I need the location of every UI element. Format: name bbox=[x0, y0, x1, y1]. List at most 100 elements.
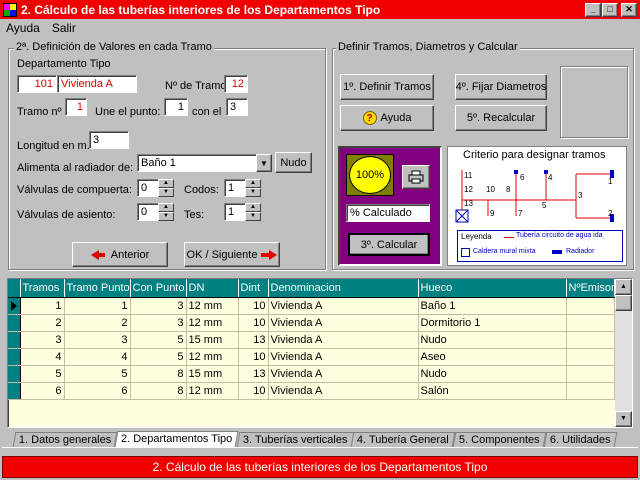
table-row[interactable]: 6 6 8 12 mm 10 Vivienda A Salón bbox=[8, 382, 615, 400]
departamento-number-field[interactable]: 101 bbox=[17, 75, 57, 93]
table-cell[interactable] bbox=[566, 297, 615, 315]
scroll-up-icon[interactable]: ▲ bbox=[615, 279, 632, 295]
num-tramos-field[interactable]: 12 bbox=[224, 75, 248, 93]
table-cell[interactable]: Vivienda A bbox=[268, 331, 419, 349]
table-cell[interactable] bbox=[566, 348, 615, 366]
table-cell[interactable] bbox=[566, 314, 615, 332]
table-row[interactable]: 5 5 8 15 mm 13 Vivienda A Nudo bbox=[8, 365, 615, 383]
nudo-button[interactable]: Nudo bbox=[275, 152, 312, 173]
column-header[interactable]: Con Punto bbox=[130, 279, 187, 298]
table-cell[interactable]: 4 bbox=[64, 348, 131, 366]
table-cell[interactable] bbox=[566, 331, 615, 349]
table-cell[interactable]: 1 bbox=[64, 297, 131, 315]
table-cell[interactable]: 1 bbox=[20, 297, 65, 315]
une-field[interactable]: 1 bbox=[164, 98, 188, 116]
table-cell[interactable]: 10 bbox=[238, 314, 269, 332]
asiento-field[interactable]: 0 bbox=[137, 203, 159, 221]
column-header[interactable]: NºEmisor bbox=[566, 279, 615, 298]
codos-spinner[interactable]: ▲ ▼ bbox=[245, 179, 261, 197]
table-cell[interactable]: 6 bbox=[64, 382, 131, 400]
table-cell[interactable]: 15 mm bbox=[186, 331, 239, 349]
table-row[interactable]: 2 2 3 12 mm 10 Vivienda A Dormitorio 1 bbox=[8, 314, 615, 332]
fijar-diametros-button[interactable]: 4º. Fijar Diametros bbox=[455, 74, 547, 100]
table-cell[interactable]: 10 bbox=[238, 382, 269, 400]
row-indicator[interactable] bbox=[8, 314, 21, 332]
table-cell[interactable] bbox=[566, 365, 615, 383]
spin-up-icon[interactable]: ▲ bbox=[158, 203, 174, 212]
tab-6[interactable]: 6. Utilidades bbox=[543, 432, 617, 447]
table-cell[interactable]: 13 bbox=[238, 365, 269, 383]
table-cell[interactable]: Vivienda A bbox=[268, 314, 419, 332]
table-cell[interactable]: 10 bbox=[238, 348, 269, 366]
minimize-button[interactable]: _ bbox=[585, 3, 601, 17]
table-cell[interactable]: Vivienda A bbox=[268, 348, 419, 366]
grid-vertical-scrollbar[interactable]: ▲ ▼ bbox=[615, 279, 632, 427]
table-cell[interactable]: 2 bbox=[64, 314, 131, 332]
column-header[interactable]: Dint bbox=[238, 279, 269, 298]
recalcular-button[interactable]: 5º. Recalcular bbox=[455, 105, 547, 131]
anterior-button[interactable]: Anterior bbox=[72, 242, 168, 267]
table-cell[interactable]: 10 bbox=[238, 297, 269, 315]
con-field[interactable]: 3 bbox=[226, 98, 248, 116]
table-cell[interactable]: 8 bbox=[130, 365, 187, 383]
tramo-field[interactable]: 1 bbox=[65, 98, 87, 116]
compuerta-spinner[interactable]: ▲ ▼ bbox=[158, 179, 174, 197]
table-cell[interactable]: 12 mm bbox=[186, 297, 239, 315]
tab-3[interactable]: 3. Tuberías verticales bbox=[236, 432, 354, 447]
table-cell[interactable]: 12 mm bbox=[186, 382, 239, 400]
table-cell[interactable]: Vivienda A bbox=[268, 365, 419, 383]
column-header[interactable]: Hueco bbox=[418, 279, 567, 298]
longitud-field[interactable]: 3 bbox=[89, 131, 129, 149]
tab-5[interactable]: 5. Componentes bbox=[452, 432, 546, 447]
table-cell[interactable]: 5 bbox=[130, 331, 187, 349]
table-cell[interactable]: Nudo bbox=[418, 365, 567, 383]
departamento-name-field[interactable]: Vivienda A bbox=[57, 75, 137, 93]
column-header[interactable]: DN bbox=[186, 279, 239, 298]
ok-siguiente-button[interactable]: OK / Siguiente bbox=[184, 242, 280, 267]
spin-up-icon[interactable]: ▲ bbox=[245, 203, 261, 212]
table-row[interactable]: 1 1 3 12 mm 10 Vivienda A Baño 1 bbox=[8, 297, 615, 315]
tes-spinner[interactable]: ▲ ▼ bbox=[245, 203, 261, 221]
table-cell[interactable]: 2 bbox=[20, 314, 65, 332]
table-cell[interactable]: Dormitorio 1 bbox=[418, 314, 567, 332]
row-indicator[interactable] bbox=[8, 382, 21, 400]
row-indicator[interactable] bbox=[8, 348, 21, 366]
table-cell[interactable]: 5 bbox=[64, 365, 131, 383]
table-row[interactable]: 3 3 5 15 mm 13 Vivienda A Nudo bbox=[8, 331, 615, 349]
asiento-spinner[interactable]: ▲ ▼ bbox=[158, 203, 174, 221]
spin-up-icon[interactable]: ▲ bbox=[158, 179, 174, 188]
table-cell[interactable]: Vivienda A bbox=[268, 382, 419, 400]
table-cell[interactable]: 3 bbox=[130, 297, 187, 315]
scroll-down-icon[interactable]: ▼ bbox=[615, 411, 632, 427]
table-cell[interactable]: 4 bbox=[20, 348, 65, 366]
alimenta-select[interactable]: Baño 1 bbox=[137, 154, 258, 172]
tab-4[interactable]: 4. Tubería General bbox=[350, 432, 456, 447]
table-cell[interactable]: Salón bbox=[418, 382, 567, 400]
row-indicator[interactable] bbox=[8, 365, 21, 383]
table-cell[interactable]: 5 bbox=[130, 348, 187, 366]
column-header[interactable]: Denominacion bbox=[268, 279, 419, 298]
row-indicator-current[interactable] bbox=[8, 297, 21, 315]
ayuda-button[interactable]: ? Ayuda bbox=[340, 105, 434, 131]
table-cell[interactable]: 8 bbox=[130, 382, 187, 400]
table-cell[interactable]: Vivienda A bbox=[268, 297, 419, 315]
table-cell[interactable]: 12 mm bbox=[186, 348, 239, 366]
table-cell[interactable]: 3 bbox=[64, 331, 131, 349]
spin-down-icon[interactable]: ▼ bbox=[158, 212, 174, 221]
table-cell[interactable]: 13 bbox=[238, 331, 269, 349]
tes-field[interactable]: 1 bbox=[224, 203, 246, 221]
tramos-grid[interactable]: Tramos Tramo Punto Con Punto DN Dint Den… bbox=[7, 278, 633, 428]
column-header[interactable]: Tramos bbox=[20, 279, 65, 298]
table-cell[interactable]: 15 mm bbox=[186, 365, 239, 383]
table-cell[interactable] bbox=[566, 382, 615, 400]
table-cell[interactable]: 5 bbox=[20, 365, 65, 383]
spin-down-icon[interactable]: ▼ bbox=[158, 188, 174, 197]
spin-down-icon[interactable]: ▼ bbox=[245, 188, 261, 197]
table-cell[interactable]: Aseo bbox=[418, 348, 567, 366]
column-header[interactable]: Tramo Punto bbox=[64, 279, 131, 298]
alimenta-dropdown-button[interactable]: ▼ bbox=[256, 154, 272, 172]
scroll-thumb[interactable] bbox=[615, 295, 632, 311]
definir-tramos-button[interactable]: 1º. Definir Tramos bbox=[340, 74, 434, 100]
table-cell[interactable]: 3 bbox=[130, 314, 187, 332]
app-icon[interactable] bbox=[3, 2, 17, 17]
